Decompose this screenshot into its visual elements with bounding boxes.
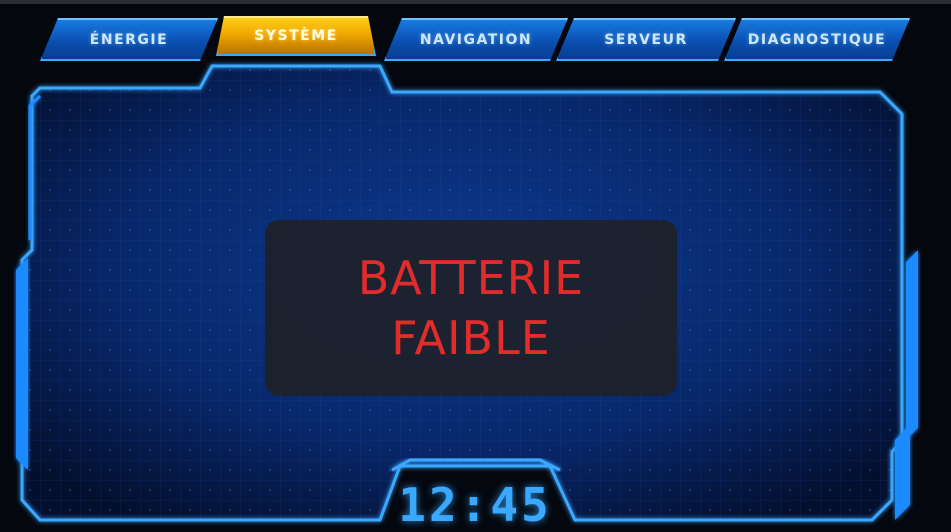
tab-energie-label: ÉNERGIE: [89, 31, 169, 48]
alert-line-1: BATTERIE: [357, 251, 585, 305]
tab-navigation-label: NAVIGATION: [419, 31, 533, 48]
tab-energie[interactable]: ÉNERGIE: [40, 18, 218, 61]
right-accent-bar: [906, 250, 918, 440]
tab-diagnostique[interactable]: DIAGNOSTIQUE: [724, 18, 910, 61]
tab-serveur[interactable]: SERVEUR: [556, 18, 736, 61]
left-accent-bar: [16, 258, 28, 470]
clock-display: 12:45: [398, 478, 552, 532]
alert-line-2: FAIBLE: [391, 311, 551, 365]
tab-systeme-label: SYSTÈME: [254, 28, 338, 44]
tab-diagnostique-label: DIAGNOSTIQUE: [747, 31, 887, 48]
tab-serveur-label: SERVEUR: [604, 31, 688, 48]
alert-box: BATTERIE FAIBLE: [265, 220, 677, 396]
tab-systeme[interactable]: SYSTÈME: [216, 16, 376, 56]
tab-navigation[interactable]: NAVIGATION: [384, 18, 568, 61]
